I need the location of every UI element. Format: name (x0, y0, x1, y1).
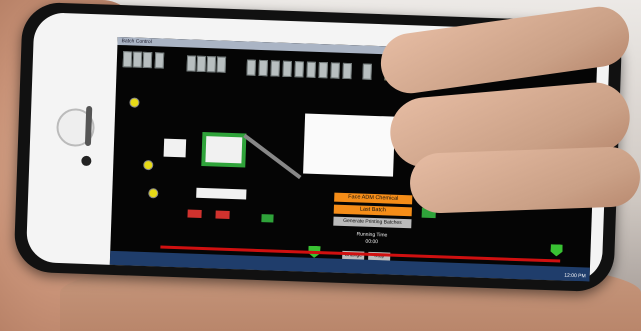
hopper-bin[interactable] (282, 60, 292, 78)
taskbar-clock: 12:00 PM (564, 272, 586, 280)
yellow-indicator-button[interactable] (129, 97, 140, 108)
yellow-indicator-button[interactable] (148, 188, 159, 199)
generate-button[interactable]: Generate Printing Batches (333, 216, 412, 229)
conveyor (243, 133, 302, 180)
red-cart[interactable] (187, 209, 202, 218)
side-display (163, 138, 187, 158)
red-cart[interactable] (215, 210, 230, 219)
hopper-bin[interactable] (318, 61, 328, 79)
hopper-bin[interactable] (306, 61, 316, 78)
hopper-bin[interactable] (362, 63, 372, 80)
hopper-bin[interactable] (154, 52, 165, 69)
green-cart[interactable] (261, 214, 274, 223)
hopper-bin[interactable] (246, 59, 257, 76)
hopper-bin[interactable] (142, 51, 153, 69)
yellow-indicator-button[interactable] (143, 159, 154, 171)
hopper-bin[interactable] (330, 62, 340, 79)
speaker-grill (84, 105, 93, 147)
last-batch-button[interactable]: Last Batch (333, 204, 412, 217)
hopper-bin[interactable] (186, 55, 197, 72)
window-title: Batch Control (121, 38, 152, 46)
hopper-bin[interactable] (270, 60, 280, 77)
center-display-panel (303, 113, 396, 177)
green-panel-display (205, 136, 243, 164)
hopper-bin[interactable] (122, 51, 133, 68)
lower-display (196, 187, 247, 200)
face-adm-button[interactable]: Face ADM Chemical (334, 192, 413, 205)
hopper-bin[interactable] (342, 62, 352, 80)
green-shield-icon[interactable] (550, 244, 562, 256)
front-camera (81, 155, 92, 167)
hopper-bin[interactable] (216, 56, 227, 73)
running-time-value: 00:00 (365, 238, 379, 246)
finger (409, 146, 641, 214)
hopper-bin[interactable] (258, 59, 268, 77)
hopper-bin[interactable] (132, 51, 143, 68)
hopper-bin[interactable] (206, 56, 217, 73)
hopper-bin[interactable] (196, 55, 207, 73)
hopper-bin[interactable] (294, 61, 304, 78)
